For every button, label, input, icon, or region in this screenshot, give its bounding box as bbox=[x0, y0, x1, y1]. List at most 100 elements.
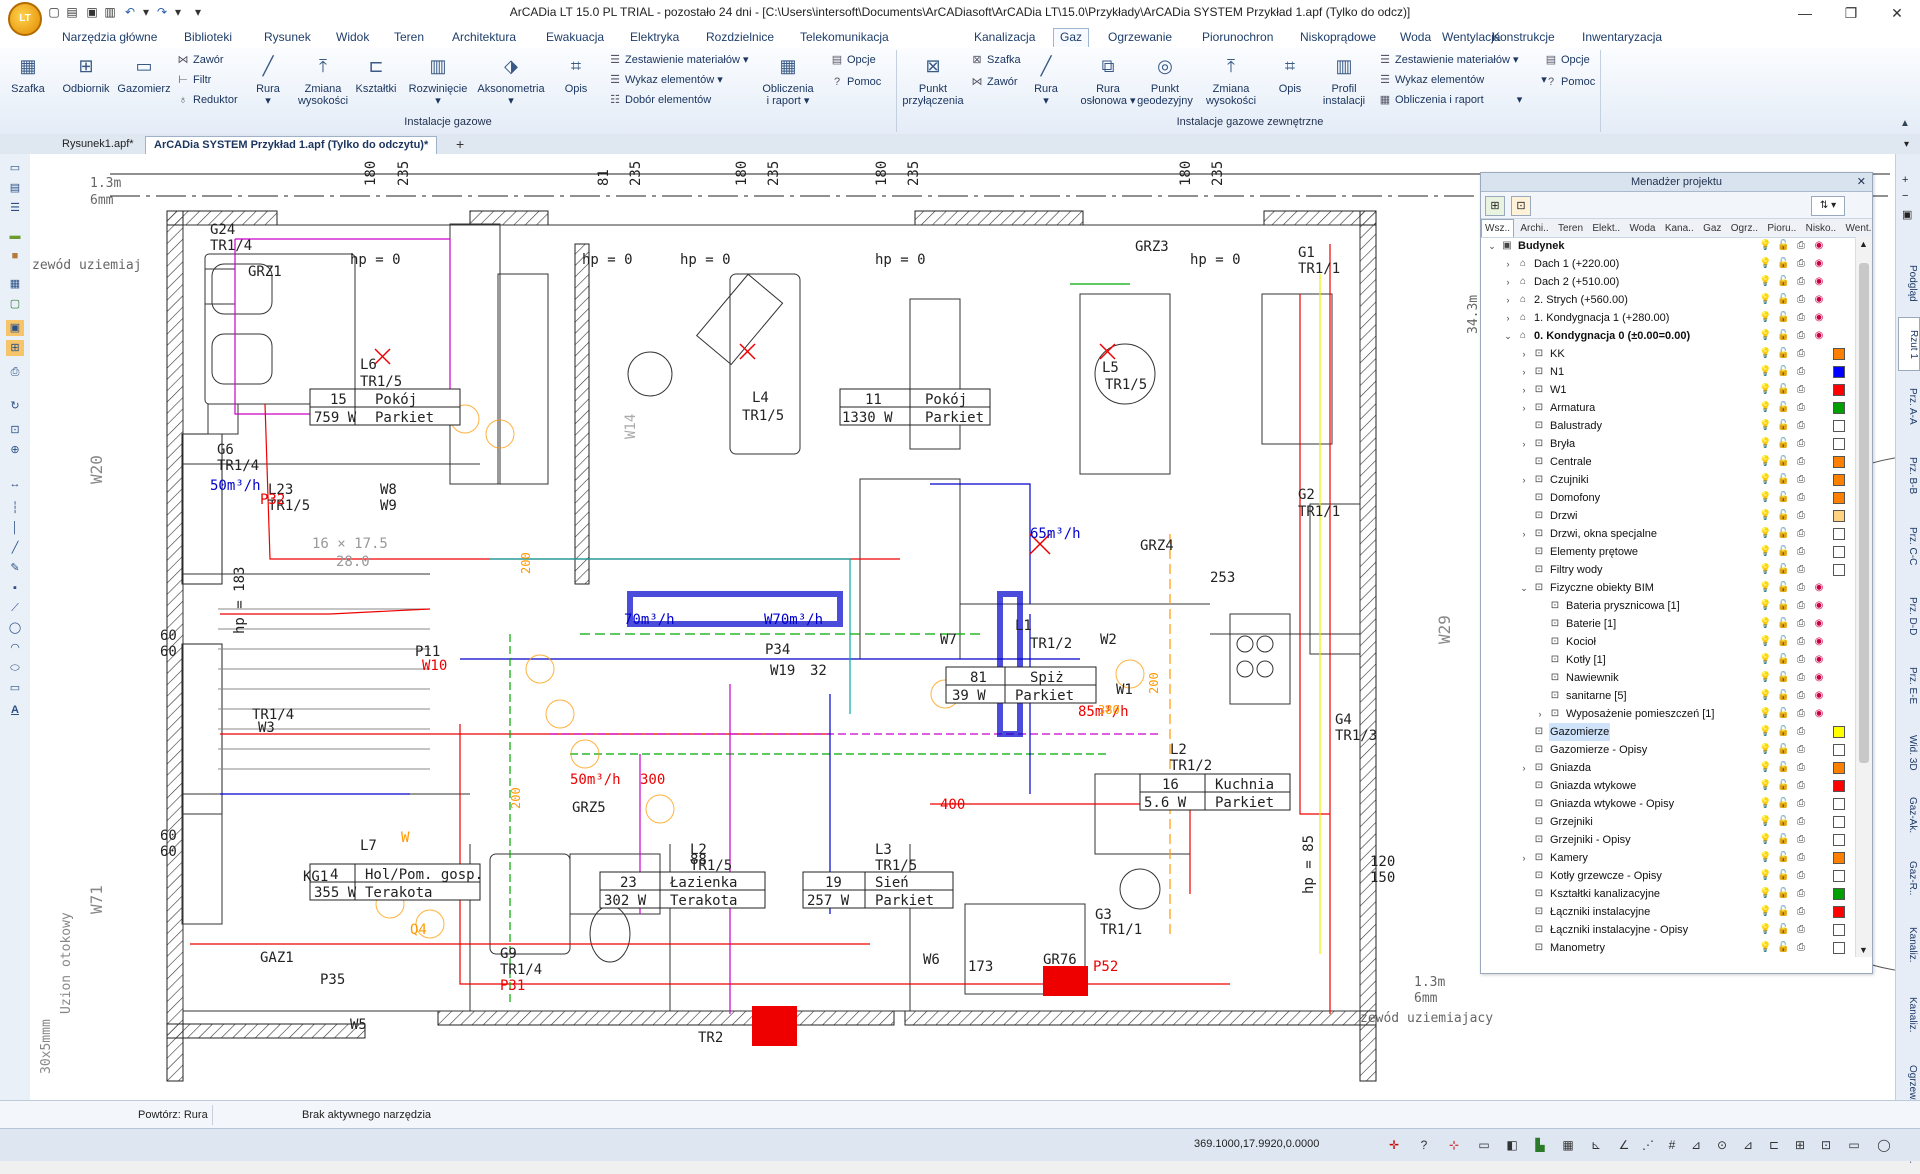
reduktor-button[interactable]: ♁ Reduktor bbox=[176, 92, 238, 108]
light-bulb-icon[interactable]: 💡 bbox=[1759, 402, 1771, 414]
zoom-icon[interactable]: ⊡ bbox=[1818, 1137, 1834, 1153]
printer-icon[interactable]: ⎙ bbox=[1795, 942, 1807, 954]
scroll-down-icon[interactable]: ▼ bbox=[1859, 945, 1868, 955]
light-bulb-icon[interactable]: 💡 bbox=[1759, 834, 1771, 846]
light-bulb-icon[interactable]: 💡 bbox=[1759, 582, 1771, 594]
lock-icon[interactable]: 🔓 bbox=[1777, 330, 1789, 342]
light-bulb-icon[interactable]: 💡 bbox=[1759, 618, 1771, 630]
zoom-icon[interactable]: ⊕ bbox=[6, 442, 24, 458]
palette-icon[interactable]: ◉ bbox=[1813, 240, 1825, 252]
layer-color-swatch[interactable] bbox=[1833, 744, 1845, 756]
printer-icon[interactable]: ⎙ bbox=[1795, 654, 1807, 666]
printer-icon[interactable]: ⎙ bbox=[1795, 402, 1807, 414]
lock-icon[interactable]: 🔓 bbox=[1777, 870, 1789, 882]
light-bulb-icon[interactable]: 💡 bbox=[1759, 276, 1771, 288]
layer-color-swatch[interactable] bbox=[1833, 798, 1845, 810]
tab-architektura[interactable]: Architektura bbox=[446, 29, 522, 47]
lock-icon[interactable]: 🔓 bbox=[1777, 942, 1789, 954]
tree-item[interactable]: ⊡ Kształtki kanalizacyjne 💡 🔓 ⎙ bbox=[1481, 885, 1855, 903]
palette-icon[interactable]: ◉ bbox=[1813, 312, 1825, 324]
tree-item[interactable]: ⊡ Gazomierze - Opisy 💡 🔓 ⎙ bbox=[1481, 741, 1855, 759]
add-level-icon[interactable]: ⊞ bbox=[1485, 196, 1505, 216]
light-bulb-icon[interactable]: 💡 bbox=[1759, 870, 1771, 882]
tree-item[interactable]: ⊡ Gazomierze 💡 🔓 ⎙ bbox=[1481, 723, 1855, 741]
palette-icon[interactable]: ◉ bbox=[1813, 600, 1825, 612]
tree-item[interactable]: ⊡ Kocioł 💡 🔓 ⎙ ◉ bbox=[1481, 633, 1855, 651]
zawor-zew-button[interactable]: ⋈ Zawór bbox=[970, 74, 1018, 90]
arc-icon[interactable]: ◠ bbox=[6, 640, 24, 656]
layer-color-swatch[interactable] bbox=[1833, 780, 1845, 792]
light-bulb-icon[interactable]: 💡 bbox=[1759, 672, 1771, 684]
pencil-icon[interactable]: ✎ bbox=[6, 560, 24, 576]
printer-icon[interactable]: ⎙ bbox=[1795, 762, 1807, 774]
printer-icon[interactable]: ⎙ bbox=[1795, 438, 1807, 450]
printer-icon[interactable]: ⎙ bbox=[1795, 888, 1807, 900]
ellipse-icon[interactable]: ⬭ bbox=[6, 660, 24, 676]
selection-icon[interactable]: ⊞ bbox=[1792, 1137, 1808, 1153]
pomoc-button[interactable]: ? Pomoc bbox=[830, 74, 881, 90]
rozwiniecie-button[interactable]: ▥ Rozwinięcie ▾ bbox=[406, 52, 470, 107]
tab-rozdzielnice[interactable]: Rozdzielnice bbox=[700, 29, 780, 47]
tree-item[interactable]: ⊡ Filtry wody 💡 🔓 ⎙ bbox=[1481, 561, 1855, 579]
tree-item[interactable]: ⌄ ▣ Budynek 💡 🔓 ⎙ ◉ bbox=[1481, 237, 1855, 255]
layer-color-swatch[interactable] bbox=[1833, 888, 1845, 900]
printer-icon[interactable]: ⎙ bbox=[1795, 492, 1807, 504]
light-bulb-icon[interactable]: 💡 bbox=[1759, 456, 1771, 468]
filter-tab[interactable]: Elekt.. bbox=[1589, 220, 1623, 237]
lock-icon[interactable]: 🔓 bbox=[1777, 528, 1789, 540]
palette-icon[interactable]: ◉ bbox=[1813, 330, 1825, 342]
tree-item[interactable]: › ⌂ Dach 1 (+220.00) 💡 🔓 ⎙ ◉ bbox=[1481, 255, 1855, 273]
tree-item[interactable]: ⊡ Elementy prętowe 💡 🔓 ⎙ bbox=[1481, 543, 1855, 561]
printer-icon[interactable]: ⎙ bbox=[1795, 672, 1807, 684]
expand-arrow-icon[interactable]: › bbox=[1519, 759, 1529, 777]
tab-niskopradowe[interactable]: Niskoprądowe bbox=[1294, 29, 1382, 47]
layer-color-swatch[interactable] bbox=[1833, 456, 1845, 468]
palette-icon[interactable]: ◉ bbox=[1813, 708, 1825, 720]
add-group-icon[interactable]: ⊡ bbox=[1511, 196, 1531, 216]
printer-icon[interactable]: ⎙ bbox=[1795, 420, 1807, 432]
szafka-zew-button[interactable]: ⊠ Szafka bbox=[970, 52, 1020, 68]
list-icon[interactable]: ☰ bbox=[6, 200, 24, 216]
expand-arrow-icon[interactable]: › bbox=[1519, 435, 1529, 453]
tree-item[interactable]: ⌄ ⌂ 0. Kondygnacja 0 (±0.00=0.00) 💡 🔓 ⎙ ◉ bbox=[1481, 327, 1855, 345]
tab-telekomunikacja[interactable]: Telekomunikacja bbox=[794, 29, 895, 47]
expand-arrow-icon[interactable]: › bbox=[1519, 525, 1529, 543]
layer-color-swatch[interactable] bbox=[1833, 528, 1845, 540]
printer-icon[interactable]: ⎙ bbox=[1795, 690, 1807, 702]
tree-item[interactable]: ⊡ Gniazda wtykowe 💡 🔓 ⎙ bbox=[1481, 777, 1855, 795]
light-bulb-icon[interactable]: 💡 bbox=[1759, 312, 1771, 324]
tab-biblioteki[interactable]: Biblioteki bbox=[178, 29, 238, 47]
lock-icon[interactable]: 🔓 bbox=[1777, 798, 1789, 810]
lock-icon[interactable]: 🔓 bbox=[1777, 438, 1789, 450]
repeat-command[interactable]: Powtórz: Rura bbox=[138, 1109, 208, 1121]
tab-rysunek[interactable]: Rysunek bbox=[258, 29, 317, 47]
light-bulb-icon[interactable]: 💡 bbox=[1759, 600, 1771, 612]
expand-arrow-icon[interactable]: › bbox=[1535, 705, 1545, 723]
ortho-icon[interactable]: ⊞ bbox=[6, 340, 24, 356]
tree-item[interactable]: › ⌂ 1. Kondygnacja 1 (+280.00) 💡 🔓 ⎙ ◉ bbox=[1481, 309, 1855, 327]
ribbon-collapse-icon[interactable]: ▲ bbox=[1900, 118, 1910, 129]
light-bulb-icon[interactable]: 💡 bbox=[1759, 546, 1771, 558]
tree-item[interactable]: ⊡ Kotły grzewcze - Opisy 💡 🔓 ⎙ bbox=[1481, 867, 1855, 885]
printer-icon[interactable]: ⎙ bbox=[1795, 780, 1807, 792]
light-bulb-icon[interactable]: 💡 bbox=[1759, 690, 1771, 702]
tab-widok[interactable]: Widok bbox=[330, 29, 375, 47]
tree-item[interactable]: ⊡ Nawiewnik 💡 🔓 ⎙ ◉ bbox=[1481, 669, 1855, 687]
palette-icon[interactable]: ◉ bbox=[1813, 636, 1825, 648]
tab-kanalizacja[interactable]: Kanalizacja bbox=[968, 29, 1041, 47]
lock-icon[interactable]: 🔓 bbox=[1777, 384, 1789, 396]
palette-icon[interactable]: ◉ bbox=[1813, 690, 1825, 702]
layer-color-swatch[interactable] bbox=[1833, 384, 1845, 396]
layer-color-swatch[interactable] bbox=[1833, 870, 1845, 882]
light-bulb-icon[interactable]: 💡 bbox=[1759, 510, 1771, 522]
printer-icon[interactable]: ⎙ bbox=[1795, 294, 1807, 306]
obliczenia-raport-zew-button[interactable]: ▦ Obliczenia i raport ▾ bbox=[1378, 92, 1522, 108]
layer-color-swatch[interactable] bbox=[1833, 402, 1845, 414]
tree-item[interactable]: ⊡ Gniazda wtykowe - Opisy 💡 🔓 ⎙ bbox=[1481, 795, 1855, 813]
printer-icon[interactable]: ⎙ bbox=[1795, 708, 1807, 720]
printer-icon[interactable]: ⎙ bbox=[1795, 312, 1807, 324]
snap-grid-icon[interactable]: ⋰ bbox=[1640, 1137, 1656, 1153]
palette-icon[interactable]: ◉ bbox=[1813, 618, 1825, 630]
view-tab[interactable]: Gaz-R.. bbox=[1898, 849, 1918, 908]
lock-icon[interactable]: 🔓 bbox=[1777, 348, 1789, 360]
